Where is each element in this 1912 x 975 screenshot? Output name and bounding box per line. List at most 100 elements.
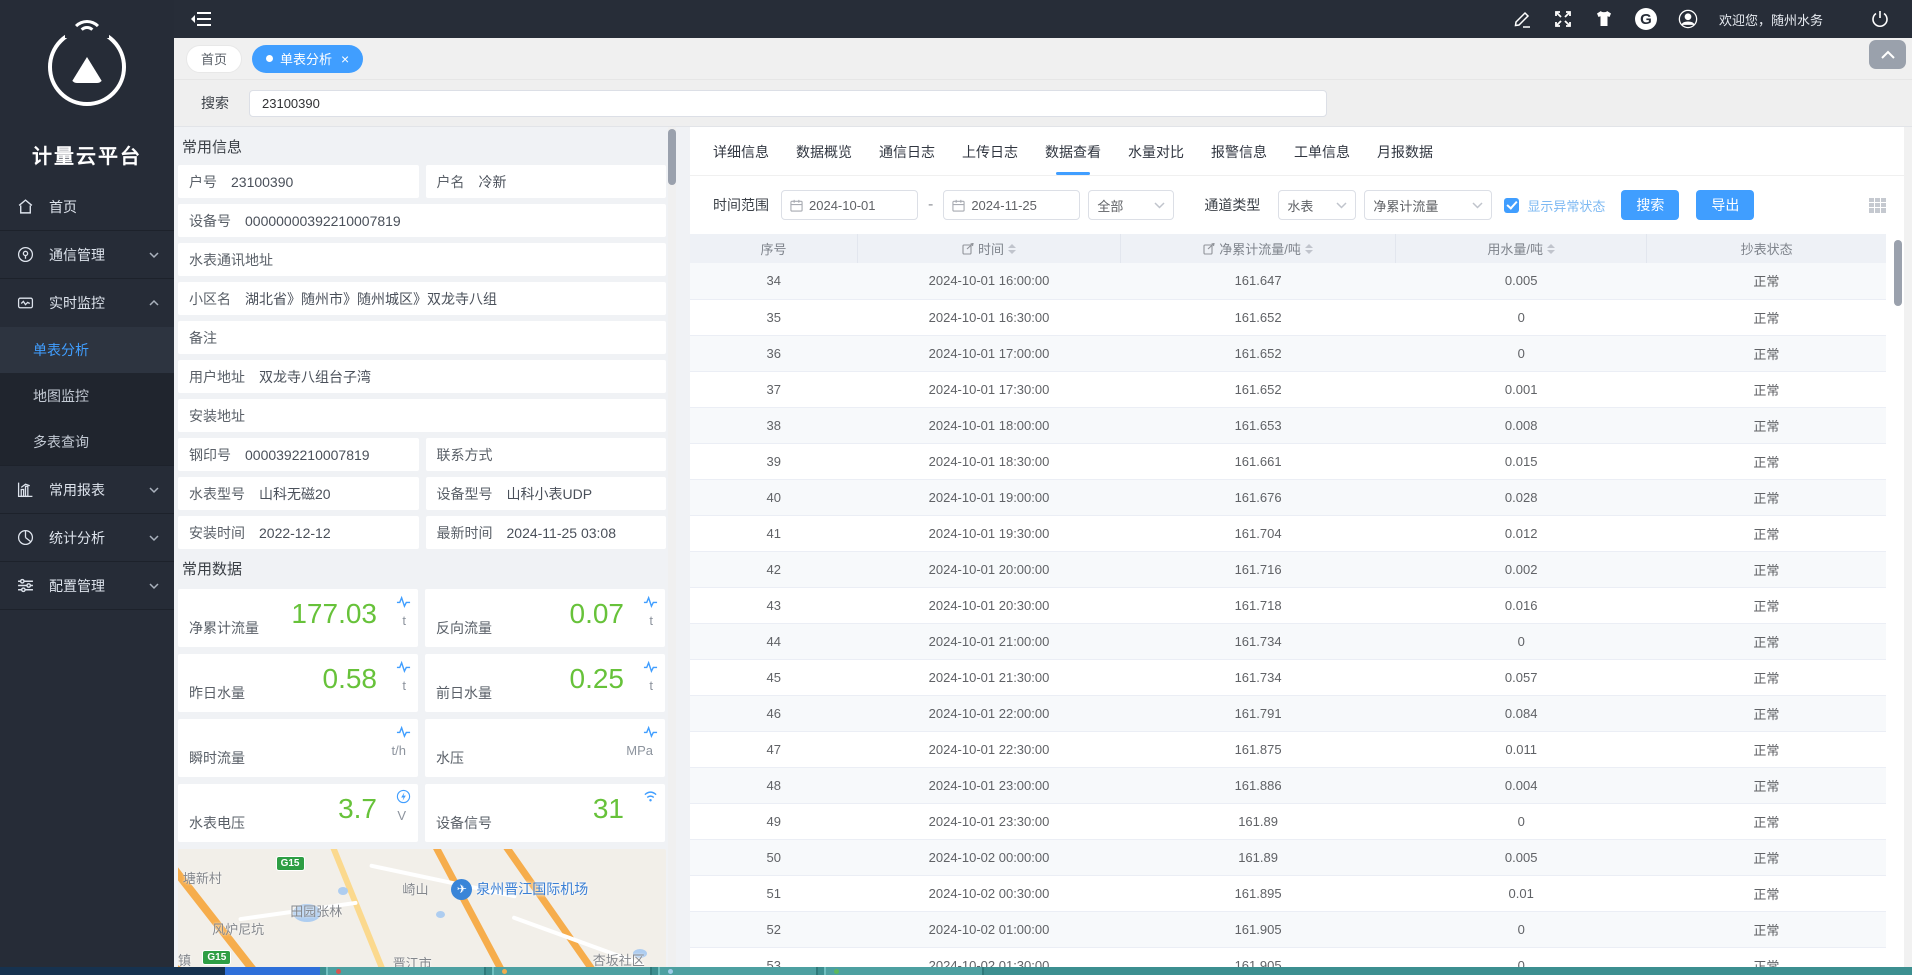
edit-pencil-icon[interactable] [1512, 9, 1532, 29]
app-title: 计量云平台 [0, 124, 174, 183]
g-logo-icon[interactable]: G [1635, 8, 1657, 30]
sort-icon[interactable] [1547, 244, 1555, 254]
location-map[interactable]: 塘新村 G15 田园张林 崎山 风炉尼坑 镇 G15 [178, 849, 666, 967]
show-abnormal-label[interactable]: 显示异常状态 [1527, 196, 1605, 215]
sort-icon[interactable] [1305, 244, 1313, 254]
sidebar-item-statistics[interactable]: 统计分析 [0, 514, 174, 562]
taskbar-start[interactable] [0, 967, 225, 975]
table-row[interactable]: 35 2024-10-01 16:30:00 161.652 0 正常 [690, 299, 1886, 335]
table-row[interactable]: 40 2024-10-01 19:00:00 161.676 0.028 正常 [690, 479, 1886, 515]
sidebar-item-label: 通信管理 [49, 245, 105, 265]
sidebar-item-config[interactable]: 配置管理 [0, 562, 174, 610]
table-row[interactable]: 47 2024-10-01 22:30:00 161.875 0.011 正常 [690, 731, 1886, 767]
chevron-down-icon [1154, 202, 1165, 209]
detail-tab[interactable]: 上传日志 [962, 142, 1018, 175]
cell-time: 2024-10-01 17:00:00 [857, 335, 1120, 371]
table-row[interactable]: 43 2024-10-01 20:30:00 161.718 0.016 正常 [690, 587, 1886, 623]
fullscreen-icon[interactable] [1553, 9, 1573, 29]
col-header-status[interactable]: 抄表状态 [1647, 234, 1886, 263]
table-row[interactable]: 48 2024-10-01 23:00:00 161.886 0.004 正常 [690, 767, 1886, 803]
table-row[interactable]: 51 2024-10-02 00:30:00 161.895 0.01 正常 [690, 875, 1886, 911]
table-row[interactable]: 41 2024-10-01 19:30:00 161.704 0.012 正常 [690, 515, 1886, 551]
table-row[interactable]: 45 2024-10-01 21:30:00 161.734 0.057 正常 [690, 659, 1886, 695]
stat-value: 3.7 [338, 793, 377, 825]
column-settings-icon[interactable] [1869, 198, 1886, 213]
table-row[interactable]: 34 2024-10-01 16:00:00 161.647 0.005 正常 [690, 263, 1886, 299]
taskbar-window-button[interactable] [492, 967, 652, 975]
table-row[interactable]: 39 2024-10-01 18:30:00 161.661 0.015 正常 [690, 443, 1886, 479]
search-button[interactable]: 搜索 [1621, 190, 1679, 220]
cell-usage: 0.005 [1396, 839, 1647, 875]
sidebar-item-single-meter-analysis[interactable]: 单表分析 [0, 327, 174, 373]
table-row[interactable]: 50 2024-10-02 00:00:00 161.89 0.005 正常 [690, 839, 1886, 875]
granularity-select[interactable]: 全部 [1088, 190, 1174, 220]
table-row[interactable]: 38 2024-10-01 18:00:00 161.653 0.008 正常 [690, 407, 1886, 443]
table-row[interactable]: 36 2024-10-01 17:00:00 161.652 0 正常 [690, 335, 1886, 371]
taskbar-window-button[interactable] [326, 967, 486, 975]
pulse-icon [396, 724, 411, 739]
close-tab-icon[interactable]: × [341, 52, 349, 66]
detail-tab[interactable]: 月报数据 [1377, 142, 1433, 175]
sort-icon[interactable] [1008, 244, 1016, 254]
sidebar-item-realtime-monitor[interactable]: 实时监控 [0, 279, 174, 327]
left-panel-scrollbar[interactable] [668, 127, 676, 967]
airport-marker[interactable]: 泉州晋江国际机场 [451, 879, 588, 900]
col-header-total-flow[interactable]: 净累计流量/吨 [1121, 234, 1396, 263]
sidebar-item-communication[interactable]: 通信管理 [0, 231, 174, 279]
table-scrollbar[interactable] [1894, 240, 1902, 306]
detail-tab[interactable]: 水量对比 [1128, 142, 1184, 175]
stat-unit: V [397, 808, 406, 823]
col-header-usage[interactable]: 用水量/吨 [1396, 234, 1647, 263]
collapse-menu-icon[interactable] [190, 10, 212, 28]
window-scrollbar[interactable] [1904, 127, 1912, 967]
user-avatar-icon[interactable] [1678, 9, 1698, 29]
sidebar-item-map-monitor[interactable]: 地图监控 [0, 373, 174, 419]
tab-label: 首页 [201, 49, 227, 68]
sidebar-item-home[interactable]: 首页 [0, 183, 174, 231]
detail-tab[interactable]: 通信日志 [879, 142, 935, 175]
detail-tab[interactable]: 数据查看 [1045, 142, 1101, 175]
export-button[interactable]: 导出 [1696, 190, 1754, 220]
table-row[interactable]: 37 2024-10-01 17:30:00 161.652 0.001 正常 [690, 371, 1886, 407]
table-row[interactable]: 42 2024-10-01 20:00:00 161.716 0.002 正常 [690, 551, 1886, 587]
info-row: 安装时间 2022-12-12 最新时间 2024-11-25 03:08 [178, 516, 666, 549]
table-row[interactable]: 46 2024-10-01 22:00:00 161.791 0.084 正常 [690, 695, 1886, 731]
tab-home[interactable]: 首页 [186, 45, 242, 73]
range-separator: - [926, 196, 935, 214]
detail-tab[interactable]: 工单信息 [1294, 142, 1350, 175]
collapse-panel-button[interactable] [1869, 40, 1906, 69]
table-row[interactable]: 44 2024-10-01 21:00:00 161.734 0 正常 [690, 623, 1886, 659]
cell-index: 39 [690, 443, 857, 479]
taskbar-window-button[interactable] [824, 967, 984, 975]
start-date-input[interactable]: 2024-10-01 [781, 190, 918, 220]
field-label: 最新时间 [437, 523, 493, 543]
col-header-time[interactable]: 时间 [857, 234, 1120, 263]
sidebar-item-multi-meter-query[interactable]: 多表查询 [0, 419, 174, 465]
sidebar-item-common-reports[interactable]: 常用报表 [0, 466, 174, 514]
map-place-label: 镇 [178, 950, 191, 967]
col-header-index[interactable]: 序号 [690, 234, 857, 263]
field-value: 湖北省》随州市》随州城区》双龙寺八组 [245, 289, 497, 309]
theme-tshirt-icon[interactable] [1594, 9, 1614, 29]
show-abnormal-checkbox[interactable] [1504, 198, 1519, 213]
power-icon[interactable] [1870, 9, 1890, 29]
detail-tab[interactable]: 报警信息 [1211, 142, 1267, 175]
taskbar-active-app[interactable] [225, 967, 320, 975]
table-row[interactable]: 52 2024-10-02 01:00:00 161.905 0 正常 [690, 911, 1886, 947]
os-taskbar[interactable] [0, 967, 1912, 975]
table-body: 34 2024-10-01 16:00:00 161.647 0.005 正常 … [690, 263, 1886, 975]
detail-tab[interactable]: 详细信息 [713, 142, 769, 175]
stat-unit: t/h [392, 743, 406, 758]
detail-tab[interactable]: 数据概览 [796, 142, 852, 175]
stat-card: 净累计流量 177.03 t [178, 589, 418, 647]
table-row[interactable]: 49 2024-10-01 23:30:00 161.89 0 正常 [690, 803, 1886, 839]
channel-select[interactable]: 水表 [1278, 190, 1356, 220]
metric-select[interactable]: 净累计流量 [1364, 190, 1492, 220]
end-date-input[interactable]: 2024-11-25 [943, 190, 1080, 220]
active-tab-dot [266, 55, 273, 62]
tab-single-meter-analysis[interactable]: 单表分析 × [252, 45, 363, 73]
cell-status: 正常 [1647, 767, 1886, 803]
search-input[interactable] [249, 90, 1327, 117]
date-value: 2024-10-01 [809, 198, 876, 213]
taskbar-window-button[interactable] [658, 967, 818, 975]
